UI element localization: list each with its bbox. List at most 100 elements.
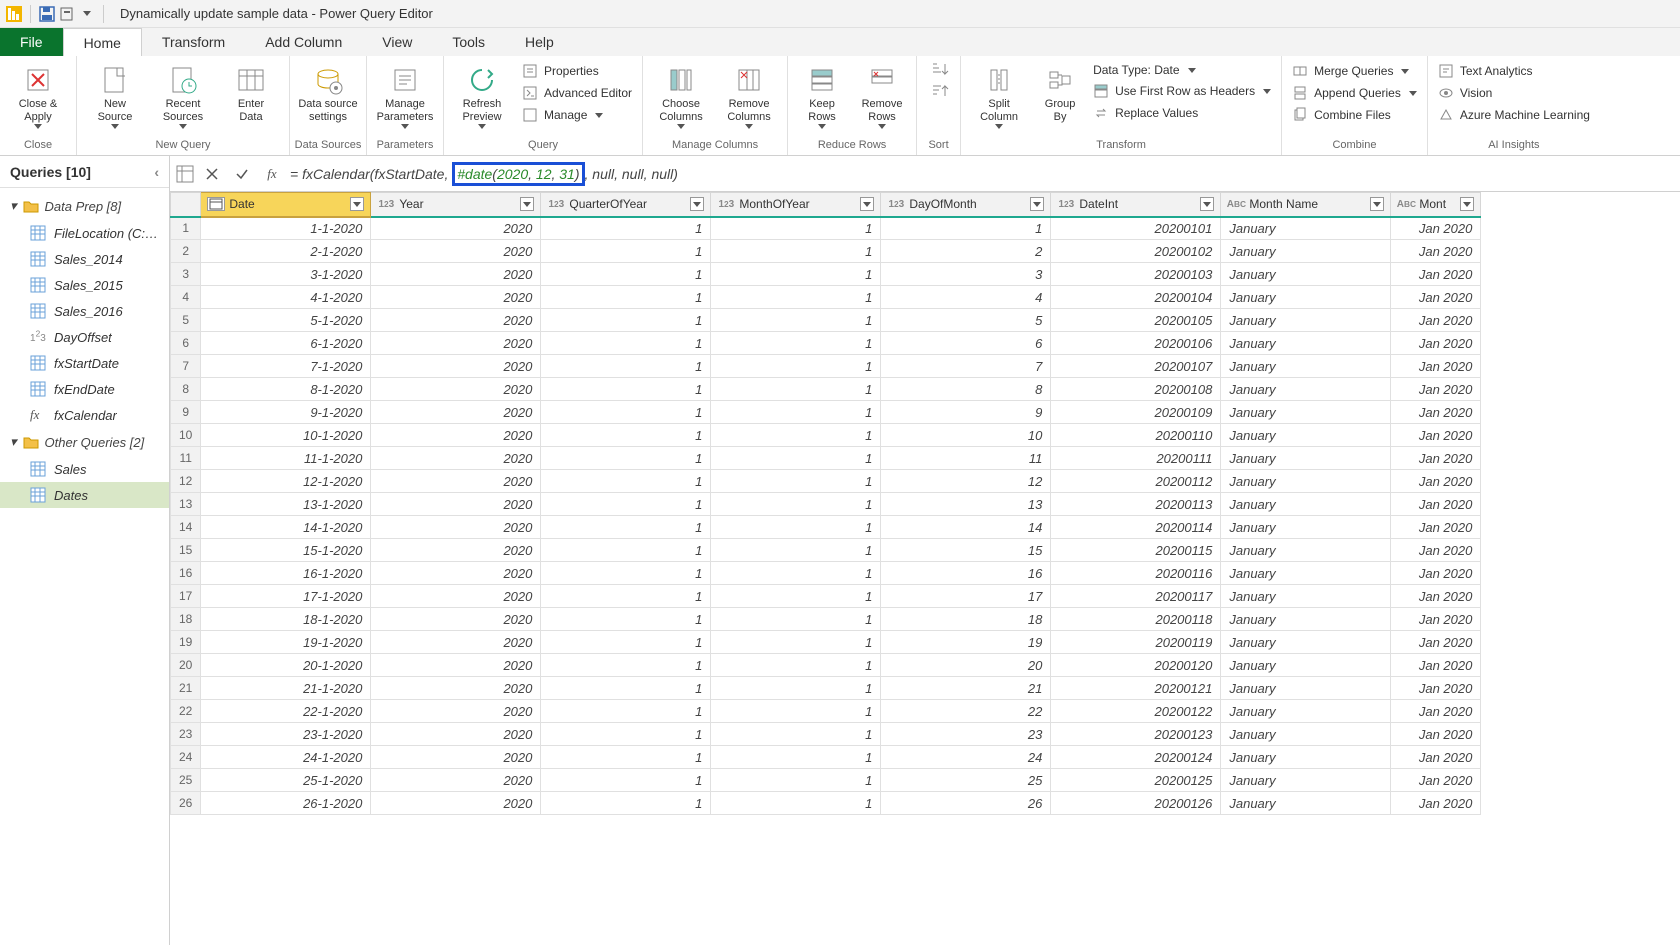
cell[interactable]: Jan 2020 — [1391, 309, 1481, 332]
row-number-cell[interactable]: 10 — [171, 424, 201, 447]
cell[interactable]: 15 — [881, 539, 1051, 562]
cell[interactable]: 20200102 — [1051, 240, 1221, 263]
cell[interactable]: 3 — [881, 263, 1051, 286]
cell[interactable]: 2020 — [371, 700, 541, 723]
cell[interactable]: 18-1-2020 — [201, 608, 371, 631]
cell[interactable]: January — [1221, 355, 1391, 378]
cell[interactable]: 2020 — [371, 792, 541, 815]
cell[interactable]: Jan 2020 — [1391, 286, 1481, 309]
cell[interactable]: 8-1-2020 — [201, 378, 371, 401]
type-number-icon[interactable]: 123 — [1057, 197, 1075, 211]
table-row[interactable]: 2323-1-20202020112320200123JanuaryJan 20… — [171, 723, 1481, 746]
split-column-button[interactable]: Split Column — [967, 60, 1031, 133]
cell[interactable]: 2020 — [371, 309, 541, 332]
cell[interactable]: 1 — [711, 355, 881, 378]
vision-button[interactable]: Vision — [1434, 84, 1594, 102]
cell[interactable]: 1 — [711, 539, 881, 562]
tab-view[interactable]: View — [362, 28, 432, 56]
remove-columns-button[interactable]: Remove Columns — [717, 60, 781, 133]
undo-icon[interactable] — [59, 6, 75, 22]
formula-input[interactable]: = fxCalendar(fxStartDate, #date(2020, 12… — [290, 162, 1674, 186]
cell[interactable]: 7-1-2020 — [201, 355, 371, 378]
query-item[interactable]: Sales_2014 — [0, 246, 169, 272]
cell[interactable]: 2020 — [371, 539, 541, 562]
cell[interactable]: 12-1-2020 — [201, 470, 371, 493]
cell[interactable]: 1 — [541, 746, 711, 769]
cell[interactable]: January — [1221, 378, 1391, 401]
cell[interactable]: 20200122 — [1051, 700, 1221, 723]
cell[interactable]: 2020 — [371, 332, 541, 355]
cell[interactable]: 16-1-2020 — [201, 562, 371, 585]
cell[interactable]: 7 — [881, 355, 1051, 378]
cell[interactable]: 20200114 — [1051, 516, 1221, 539]
cell[interactable]: 20200113 — [1051, 493, 1221, 516]
query-item[interactable]: Sales_2016 — [0, 298, 169, 324]
cell[interactable]: 2020 — [371, 378, 541, 401]
cell[interactable]: 17-1-2020 — [201, 585, 371, 608]
tab-add-column[interactable]: Add Column — [245, 28, 362, 56]
table-row[interactable]: 2525-1-20202020112520200125JanuaryJan 20… — [171, 769, 1481, 792]
cell[interactable]: January — [1221, 608, 1391, 631]
cell[interactable]: Jan 2020 — [1391, 447, 1481, 470]
table-row[interactable]: 1414-1-20202020111420200114JanuaryJan 20… — [171, 516, 1481, 539]
cell[interactable]: 1 — [711, 493, 881, 516]
row-number-cell[interactable]: 13 — [171, 493, 201, 516]
cell[interactable]: 24 — [881, 746, 1051, 769]
cell[interactable]: 4 — [881, 286, 1051, 309]
cell[interactable]: 18 — [881, 608, 1051, 631]
row-number-header[interactable] — [171, 193, 201, 217]
cell[interactable]: 1 — [711, 447, 881, 470]
cell[interactable]: 1 — [711, 263, 881, 286]
column-dropdown-icon[interactable] — [520, 197, 534, 211]
column-header[interactable]: 123QuarterOfYear — [541, 193, 711, 217]
column-header[interactable]: ABCMonth Name — [1221, 193, 1391, 217]
row-number-cell[interactable]: 20 — [171, 654, 201, 677]
cell[interactable]: 20200124 — [1051, 746, 1221, 769]
cell[interactable]: 10 — [881, 424, 1051, 447]
query-item[interactable]: fxfxCalendar — [0, 402, 169, 428]
data-type-button[interactable]: Data Type: Date — [1089, 62, 1275, 78]
cell[interactable]: January — [1221, 263, 1391, 286]
row-number-cell[interactable]: 17 — [171, 585, 201, 608]
cell[interactable]: 20200121 — [1051, 677, 1221, 700]
table-row[interactable]: 2222-1-20202020112220200122JanuaryJan 20… — [171, 700, 1481, 723]
cell[interactable]: 20200118 — [1051, 608, 1221, 631]
table-row[interactable]: 1616-1-20202020111620200116JanuaryJan 20… — [171, 562, 1481, 585]
row-number-cell[interactable]: 22 — [171, 700, 201, 723]
row-number-cell[interactable]: 8 — [171, 378, 201, 401]
cell[interactable]: 20200123 — [1051, 723, 1221, 746]
cell[interactable]: Jan 2020 — [1391, 608, 1481, 631]
cell[interactable]: 20200106 — [1051, 332, 1221, 355]
cell[interactable]: 2020 — [371, 240, 541, 263]
cell[interactable]: 2020 — [371, 631, 541, 654]
cell[interactable]: 1 — [541, 355, 711, 378]
data-grid[interactable]: Date123Year123QuarterOfYear123MonthOfYea… — [170, 192, 1481, 815]
cell[interactable]: 20-1-2020 — [201, 654, 371, 677]
cell[interactable]: 2020 — [371, 585, 541, 608]
cell[interactable]: 2020 — [371, 677, 541, 700]
cell[interactable]: 20200119 — [1051, 631, 1221, 654]
column-header[interactable]: 123DateInt — [1051, 193, 1221, 217]
column-dropdown-icon[interactable] — [690, 197, 704, 211]
cell[interactable]: 5-1-2020 — [201, 309, 371, 332]
cell[interactable]: 1 — [711, 286, 881, 309]
cell[interactable]: 1 — [541, 516, 711, 539]
row-number-cell[interactable]: 16 — [171, 562, 201, 585]
cell[interactable]: Jan 2020 — [1391, 332, 1481, 355]
cell[interactable]: Jan 2020 — [1391, 539, 1481, 562]
row-number-cell[interactable]: 5 — [171, 309, 201, 332]
type-text-icon[interactable]: ABC — [1227, 197, 1245, 211]
table-row[interactable]: 2424-1-20202020112420200124JanuaryJan 20… — [171, 746, 1481, 769]
cell[interactable]: 1 — [711, 769, 881, 792]
cell[interactable]: 1 — [881, 217, 1051, 240]
cell[interactable]: 11 — [881, 447, 1051, 470]
cell[interactable]: 15-1-2020 — [201, 539, 371, 562]
cell[interactable]: 13 — [881, 493, 1051, 516]
row-number-cell[interactable]: 11 — [171, 447, 201, 470]
cancel-formula-button[interactable] — [200, 162, 224, 186]
cell[interactable]: 1 — [711, 240, 881, 263]
column-dropdown-icon[interactable] — [1030, 197, 1044, 211]
row-number-cell[interactable]: 6 — [171, 332, 201, 355]
cell[interactable]: 20200109 — [1051, 401, 1221, 424]
cell[interactable]: 1 — [541, 240, 711, 263]
